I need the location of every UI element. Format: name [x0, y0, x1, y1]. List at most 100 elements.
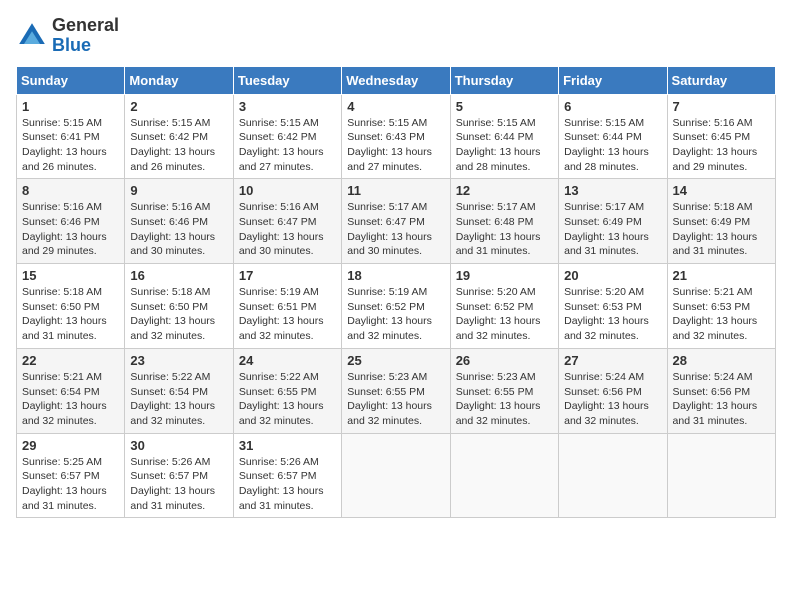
logo-icon [16, 20, 48, 52]
day-cell [559, 433, 667, 518]
day-cell: 11 Sunrise: 5:17 AM Sunset: 6:47 PM Dayl… [342, 179, 450, 264]
day-cell: 16 Sunrise: 5:18 AM Sunset: 6:50 PM Dayl… [125, 264, 233, 349]
weekday-header-wednesday: Wednesday [342, 66, 450, 94]
day-number: 10 [239, 183, 336, 198]
week-row-2: 8 Sunrise: 5:16 AM Sunset: 6:46 PM Dayli… [17, 179, 776, 264]
day-info: Sunrise: 5:17 AM Sunset: 6:49 PM Dayligh… [564, 200, 661, 259]
day-info: Sunrise: 5:23 AM Sunset: 6:55 PM Dayligh… [347, 370, 444, 429]
weekday-header-monday: Monday [125, 66, 233, 94]
day-cell: 12 Sunrise: 5:17 AM Sunset: 6:48 PM Dayl… [450, 179, 558, 264]
day-number: 14 [673, 183, 770, 198]
day-info: Sunrise: 5:18 AM Sunset: 6:49 PM Dayligh… [673, 200, 770, 259]
day-cell: 28 Sunrise: 5:24 AM Sunset: 6:56 PM Dayl… [667, 348, 775, 433]
day-number: 18 [347, 268, 444, 283]
day-cell: 22 Sunrise: 5:21 AM Sunset: 6:54 PM Dayl… [17, 348, 125, 433]
day-info: Sunrise: 5:17 AM Sunset: 6:48 PM Dayligh… [456, 200, 553, 259]
week-row-1: 1 Sunrise: 5:15 AM Sunset: 6:41 PM Dayli… [17, 94, 776, 179]
day-number: 23 [130, 353, 227, 368]
day-number: 21 [673, 268, 770, 283]
day-cell: 7 Sunrise: 5:16 AM Sunset: 6:45 PM Dayli… [667, 94, 775, 179]
day-cell: 17 Sunrise: 5:19 AM Sunset: 6:51 PM Dayl… [233, 264, 341, 349]
day-number: 6 [564, 99, 661, 114]
weekday-header-tuesday: Tuesday [233, 66, 341, 94]
weekday-header-row: SundayMondayTuesdayWednesdayThursdayFrid… [17, 66, 776, 94]
day-info: Sunrise: 5:15 AM Sunset: 6:43 PM Dayligh… [347, 116, 444, 175]
day-number: 3 [239, 99, 336, 114]
day-info: Sunrise: 5:22 AM Sunset: 6:55 PM Dayligh… [239, 370, 336, 429]
day-cell: 8 Sunrise: 5:16 AM Sunset: 6:46 PM Dayli… [17, 179, 125, 264]
day-info: Sunrise: 5:26 AM Sunset: 6:57 PM Dayligh… [239, 455, 336, 514]
day-number: 26 [456, 353, 553, 368]
day-info: Sunrise: 5:18 AM Sunset: 6:50 PM Dayligh… [130, 285, 227, 344]
day-info: Sunrise: 5:23 AM Sunset: 6:55 PM Dayligh… [456, 370, 553, 429]
day-number: 5 [456, 99, 553, 114]
day-cell: 9 Sunrise: 5:16 AM Sunset: 6:46 PM Dayli… [125, 179, 233, 264]
weekday-header-friday: Friday [559, 66, 667, 94]
weekday-header-thursday: Thursday [450, 66, 558, 94]
day-cell: 19 Sunrise: 5:20 AM Sunset: 6:52 PM Dayl… [450, 264, 558, 349]
day-cell: 2 Sunrise: 5:15 AM Sunset: 6:42 PM Dayli… [125, 94, 233, 179]
day-info: Sunrise: 5:16 AM Sunset: 6:45 PM Dayligh… [673, 116, 770, 175]
day-cell: 15 Sunrise: 5:18 AM Sunset: 6:50 PM Dayl… [17, 264, 125, 349]
day-cell: 21 Sunrise: 5:21 AM Sunset: 6:53 PM Dayl… [667, 264, 775, 349]
day-cell: 26 Sunrise: 5:23 AM Sunset: 6:55 PM Dayl… [450, 348, 558, 433]
day-cell: 1 Sunrise: 5:15 AM Sunset: 6:41 PM Dayli… [17, 94, 125, 179]
day-info: Sunrise: 5:15 AM Sunset: 6:42 PM Dayligh… [130, 116, 227, 175]
day-info: Sunrise: 5:16 AM Sunset: 6:46 PM Dayligh… [130, 200, 227, 259]
day-info: Sunrise: 5:24 AM Sunset: 6:56 PM Dayligh… [564, 370, 661, 429]
day-cell: 31 Sunrise: 5:26 AM Sunset: 6:57 PM Dayl… [233, 433, 341, 518]
day-number: 31 [239, 438, 336, 453]
day-info: Sunrise: 5:16 AM Sunset: 6:47 PM Dayligh… [239, 200, 336, 259]
day-cell: 3 Sunrise: 5:15 AM Sunset: 6:42 PM Dayli… [233, 94, 341, 179]
day-number: 29 [22, 438, 119, 453]
day-info: Sunrise: 5:21 AM Sunset: 6:53 PM Dayligh… [673, 285, 770, 344]
day-cell: 4 Sunrise: 5:15 AM Sunset: 6:43 PM Dayli… [342, 94, 450, 179]
day-number: 16 [130, 268, 227, 283]
day-cell: 23 Sunrise: 5:22 AM Sunset: 6:54 PM Dayl… [125, 348, 233, 433]
day-cell: 29 Sunrise: 5:25 AM Sunset: 6:57 PM Dayl… [17, 433, 125, 518]
day-info: Sunrise: 5:15 AM Sunset: 6:42 PM Dayligh… [239, 116, 336, 175]
day-number: 1 [22, 99, 119, 114]
day-number: 30 [130, 438, 227, 453]
day-cell: 18 Sunrise: 5:19 AM Sunset: 6:52 PM Dayl… [342, 264, 450, 349]
day-cell [667, 433, 775, 518]
day-info: Sunrise: 5:15 AM Sunset: 6:41 PM Dayligh… [22, 116, 119, 175]
day-cell: 5 Sunrise: 5:15 AM Sunset: 6:44 PM Dayli… [450, 94, 558, 179]
day-number: 27 [564, 353, 661, 368]
day-info: Sunrise: 5:20 AM Sunset: 6:53 PM Dayligh… [564, 285, 661, 344]
logo-text: General Blue [52, 16, 119, 56]
day-number: 19 [456, 268, 553, 283]
day-info: Sunrise: 5:18 AM Sunset: 6:50 PM Dayligh… [22, 285, 119, 344]
day-number: 20 [564, 268, 661, 283]
day-number: 2 [130, 99, 227, 114]
day-number: 4 [347, 99, 444, 114]
day-cell [450, 433, 558, 518]
day-info: Sunrise: 5:15 AM Sunset: 6:44 PM Dayligh… [456, 116, 553, 175]
day-number: 9 [130, 183, 227, 198]
day-info: Sunrise: 5:26 AM Sunset: 6:57 PM Dayligh… [130, 455, 227, 514]
day-info: Sunrise: 5:16 AM Sunset: 6:46 PM Dayligh… [22, 200, 119, 259]
day-cell: 14 Sunrise: 5:18 AM Sunset: 6:49 PM Dayl… [667, 179, 775, 264]
day-cell: 13 Sunrise: 5:17 AM Sunset: 6:49 PM Dayl… [559, 179, 667, 264]
logo: General Blue [16, 16, 119, 56]
day-number: 17 [239, 268, 336, 283]
day-number: 12 [456, 183, 553, 198]
day-info: Sunrise: 5:24 AM Sunset: 6:56 PM Dayligh… [673, 370, 770, 429]
week-row-4: 22 Sunrise: 5:21 AM Sunset: 6:54 PM Dayl… [17, 348, 776, 433]
day-cell: 30 Sunrise: 5:26 AM Sunset: 6:57 PM Dayl… [125, 433, 233, 518]
week-row-3: 15 Sunrise: 5:18 AM Sunset: 6:50 PM Dayl… [17, 264, 776, 349]
weekday-header-saturday: Saturday [667, 66, 775, 94]
week-row-5: 29 Sunrise: 5:25 AM Sunset: 6:57 PM Dayl… [17, 433, 776, 518]
day-info: Sunrise: 5:22 AM Sunset: 6:54 PM Dayligh… [130, 370, 227, 429]
day-cell: 20 Sunrise: 5:20 AM Sunset: 6:53 PM Dayl… [559, 264, 667, 349]
day-number: 22 [22, 353, 119, 368]
day-info: Sunrise: 5:19 AM Sunset: 6:51 PM Dayligh… [239, 285, 336, 344]
day-number: 15 [22, 268, 119, 283]
day-number: 28 [673, 353, 770, 368]
day-cell: 6 Sunrise: 5:15 AM Sunset: 6:44 PM Dayli… [559, 94, 667, 179]
page-header: General Blue [16, 16, 776, 56]
day-cell: 10 Sunrise: 5:16 AM Sunset: 6:47 PM Dayl… [233, 179, 341, 264]
day-cell [342, 433, 450, 518]
day-cell: 27 Sunrise: 5:24 AM Sunset: 6:56 PM Dayl… [559, 348, 667, 433]
calendar-table: SundayMondayTuesdayWednesdayThursdayFrid… [16, 66, 776, 519]
